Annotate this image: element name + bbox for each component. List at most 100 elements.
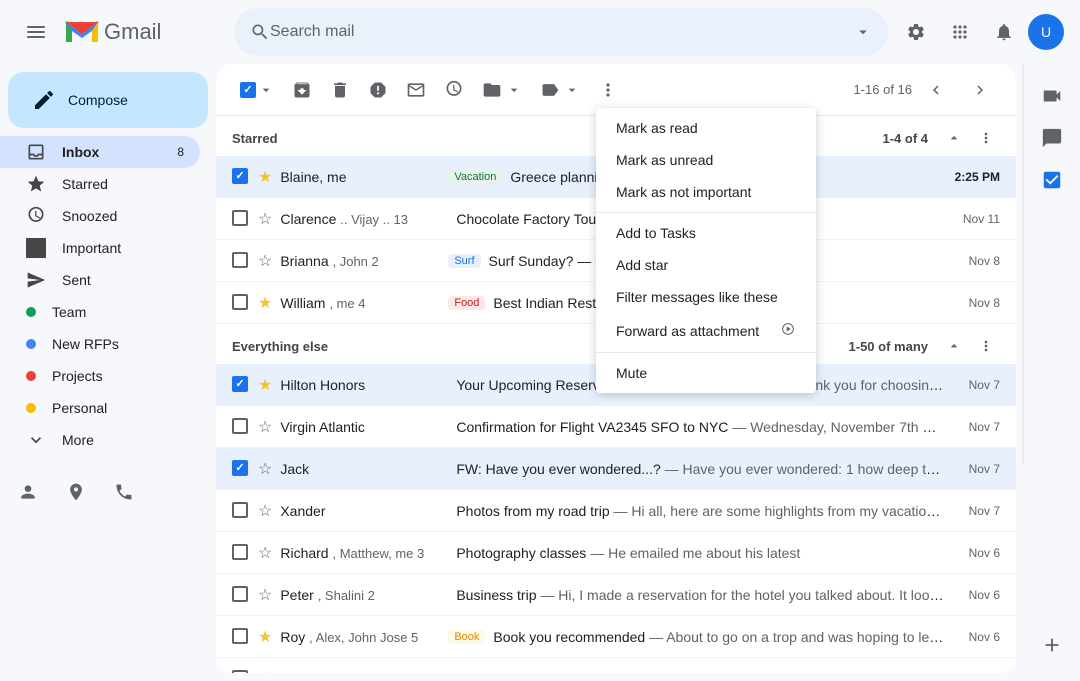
- apps-button[interactable]: [940, 12, 980, 52]
- checkbox-10[interactable]: [232, 586, 250, 604]
- label-button[interactable]: [532, 72, 588, 108]
- chat-icon[interactable]: [1032, 118, 1072, 158]
- add-right-icon[interactable]: [1032, 625, 1072, 665]
- menu-item-mark-read[interactable]: Mark as read: [596, 112, 816, 144]
- subject-8: Photos from my road trip — Hi all, here …: [456, 503, 944, 519]
- checkbox-6[interactable]: [232, 418, 250, 436]
- sidebar-item-snoozed[interactable]: Snoozed: [0, 200, 200, 232]
- star-12[interactable]: ☆: [258, 669, 272, 674]
- checkbox-9[interactable]: [232, 544, 250, 562]
- star-7[interactable]: ☆: [258, 459, 272, 479]
- sidebar-inbox-label: Inbox: [62, 144, 161, 160]
- prev-page-button[interactable]: [916, 70, 956, 110]
- sidebar-item-inbox[interactable]: Inbox 8: [0, 136, 200, 168]
- star-11[interactable]: ★: [258, 627, 272, 647]
- compose-button[interactable]: Compose: [8, 72, 208, 128]
- menu-item-filter[interactable]: Filter messages like these: [596, 281, 816, 313]
- table-row[interactable]: ☆ Mizra , Paul, Asher 5 Oops… need to re…: [216, 658, 1016, 673]
- checkbox-5[interactable]: ✓: [232, 376, 250, 394]
- more-actions-button[interactable]: [590, 72, 626, 108]
- date-4: Nov 8: [952, 296, 1000, 310]
- table-row[interactable]: ☆ Richard , Matthew, me 3 Photography cl…: [216, 532, 1016, 574]
- checkbox-3[interactable]: [232, 252, 250, 270]
- star-3[interactable]: ☆: [258, 251, 272, 271]
- sidebar-item-projects[interactable]: Projects: [0, 360, 200, 392]
- menu-item-add-star[interactable]: Add star: [596, 249, 816, 281]
- sidebar-item-sent[interactable]: Sent: [0, 264, 200, 296]
- phone-icon[interactable]: [104, 472, 144, 512]
- star-9[interactable]: ☆: [258, 543, 272, 563]
- select-all-button[interactable]: ✓: [232, 74, 282, 106]
- inbox-badge: 8: [177, 145, 184, 159]
- directory-icon[interactable]: [56, 472, 96, 512]
- table-row[interactable]: ★ Roy , Alex, John Jose 5 Book Book you …: [216, 616, 1016, 658]
- next-page-button[interactable]: [960, 70, 1000, 110]
- sender-7: Jack: [280, 461, 440, 477]
- sidebar-sent-label: Sent: [62, 272, 184, 288]
- mark-as-read-button[interactable]: [398, 72, 434, 108]
- star-1[interactable]: ★: [258, 167, 272, 187]
- sender-2: Clarence .. Vijay .. 13: [280, 211, 440, 227]
- delete-button[interactable]: [322, 72, 358, 108]
- sidebar-item-personal[interactable]: Personal: [0, 392, 200, 424]
- date-11: Nov 6: [952, 630, 1000, 644]
- checkbox-1[interactable]: ✓: [232, 168, 250, 186]
- sidebar-item-starred[interactable]: Starred: [0, 168, 200, 200]
- section-more-starred[interactable]: [972, 124, 1000, 152]
- star-2[interactable]: ☆: [258, 209, 272, 229]
- subject-12: Oops… need to reschedule — No problem Pa…: [456, 671, 944, 674]
- table-row[interactable]: ☆ Xander Photos from my road trip — Hi a…: [216, 490, 1016, 532]
- tasks-icon[interactable]: [1032, 160, 1072, 200]
- table-row[interactable]: ☆ Virgin Atlantic Confirmation for Fligh…: [216, 406, 1016, 448]
- sidebar-item-important[interactable]: Important: [0, 232, 200, 264]
- checkbox-11[interactable]: [232, 628, 250, 646]
- contacts-icon[interactable]: [8, 472, 48, 512]
- checkbox-7[interactable]: ✓: [232, 460, 250, 478]
- notifications-button[interactable]: [984, 12, 1024, 52]
- starred-icon: [26, 174, 46, 194]
- section-collapse-else[interactable]: [940, 332, 968, 360]
- star-10[interactable]: ☆: [258, 585, 272, 605]
- table-row[interactable]: ✓ ☆ Jack FW: Have you ever wondered...? …: [216, 448, 1016, 490]
- personal-dot: [26, 403, 36, 413]
- report-spam-button[interactable]: [360, 72, 396, 108]
- date-7: Nov 7: [952, 462, 1000, 476]
- user-avatar[interactable]: U: [1028, 14, 1064, 50]
- sender-11: Roy , Alex, John Jose 5: [280, 629, 440, 645]
- sidebar-item-team[interactable]: Team: [0, 296, 200, 328]
- archive-button[interactable]: [284, 72, 320, 108]
- star-4[interactable]: ★: [258, 293, 272, 313]
- star-5[interactable]: ★: [258, 375, 272, 395]
- section-collapse-starred[interactable]: [940, 124, 968, 152]
- sender-10: Peter , Shalini 2: [280, 587, 440, 603]
- menu-item-mute[interactable]: Mute: [596, 357, 816, 389]
- menu-item-mark-unread[interactable]: Mark as unread: [596, 144, 816, 176]
- search-input[interactable]: [270, 23, 854, 41]
- menu-item-add-tasks[interactable]: Add to Tasks: [596, 217, 816, 249]
- tag-surf-3: Surf: [448, 254, 480, 268]
- checkbox-8[interactable]: [232, 502, 250, 520]
- sidebar-item-new-rfps[interactable]: New RFPs: [0, 328, 200, 360]
- snooze-button[interactable]: [436, 72, 472, 108]
- checkbox-2[interactable]: [232, 210, 250, 228]
- tags-3: Surf: [448, 254, 480, 268]
- table-row[interactable]: ☆ Peter , Shalini 2 Business trip — Hi, …: [216, 574, 1016, 616]
- sidebar-item-more[interactable]: More: [0, 424, 200, 456]
- star-6[interactable]: ☆: [258, 417, 272, 437]
- checkbox-12[interactable]: [232, 670, 250, 674]
- section-more-else[interactable]: [972, 332, 1000, 360]
- menu-item-forward-attachment[interactable]: Forward as attachment: [596, 313, 816, 348]
- search-dropdown-icon[interactable]: [854, 23, 872, 41]
- meet-icon[interactable]: [1032, 76, 1072, 116]
- search-bar[interactable]: [234, 8, 888, 56]
- tags-1: Vacation: [448, 170, 502, 184]
- menu-item-mark-not-important[interactable]: Mark as not important: [596, 176, 816, 208]
- forward-cursor: [780, 321, 796, 340]
- subject-6: Confirmation for Flight VA2345 SFO to NY…: [456, 419, 944, 435]
- checkbox-4[interactable]: [232, 294, 250, 312]
- move-to-button[interactable]: [474, 72, 530, 108]
- settings-button[interactable]: [896, 12, 936, 52]
- star-8[interactable]: ☆: [258, 501, 272, 521]
- sidebar-team-label: Team: [52, 304, 184, 320]
- menu-icon[interactable]: [16, 12, 56, 52]
